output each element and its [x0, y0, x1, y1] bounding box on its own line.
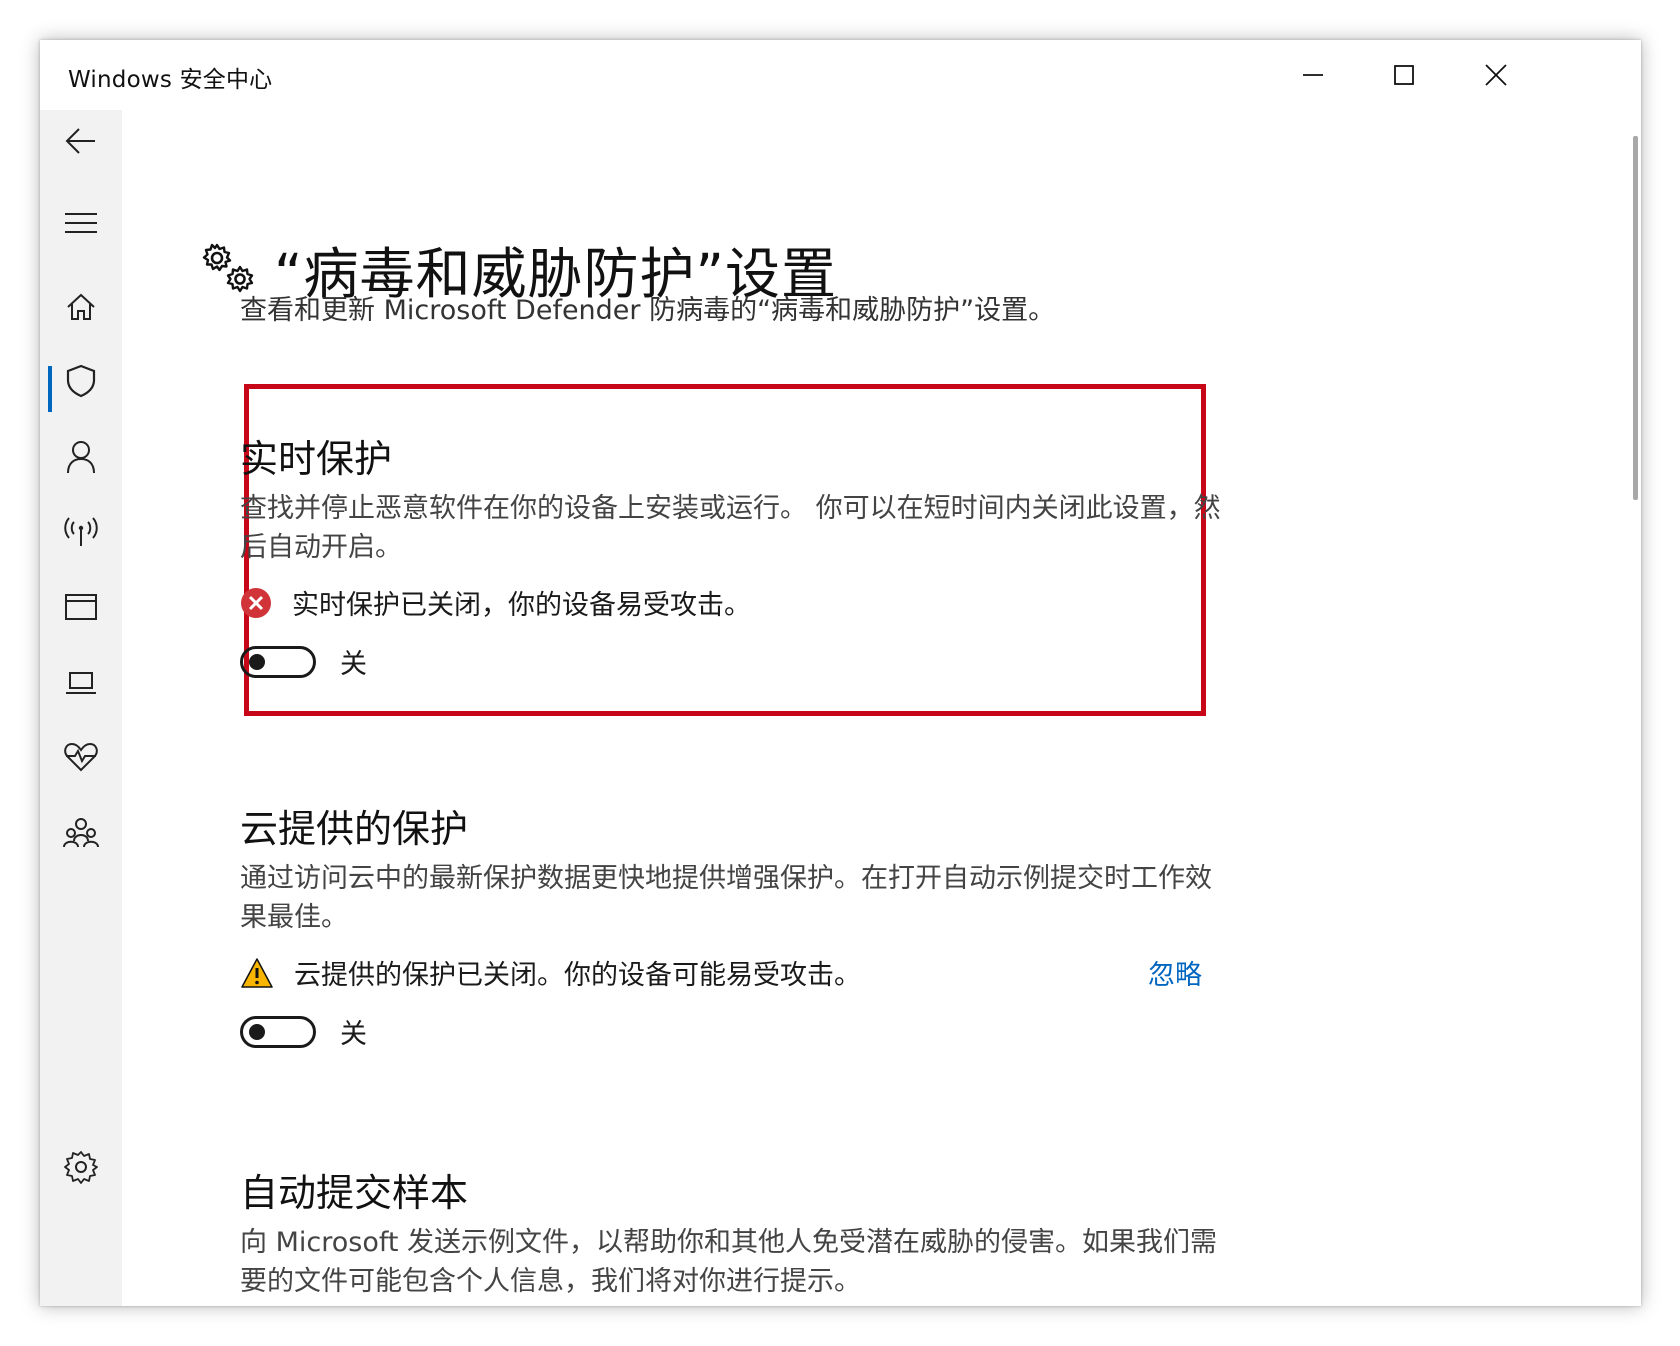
person-icon	[67, 441, 95, 474]
gear-icon	[64, 1151, 98, 1184]
sample-description: 向 Microsoft 发送示例文件，以帮助你和其他人免受潜在威胁的侵害。如果我…	[240, 1227, 1218, 1297]
realtime-status-text: 实时保护已关闭，你的设备易受攻击。	[292, 590, 751, 621]
section-cloud-protection: 云提供的保护 通过访问云中的最新保护数据更快地提供增强保护。在打开自动示例提交时…	[240, 798, 1230, 1051]
main-content: “病毒和威胁防护”设置 查看和更新 Microsoft Defender 防病毒…	[122, 110, 1629, 1306]
selection-indicator	[48, 366, 52, 412]
family-icon	[63, 818, 99, 848]
app-window: Windows 安全中心 “病毒和威胁防护”设置 查看和更新 Microsoft…	[40, 40, 1641, 1306]
home-icon	[67, 293, 95, 320]
minimize-button[interactable]	[1267, 40, 1359, 110]
sidebar-item-device-health[interactable]	[40, 726, 122, 788]
warning-triangle-icon	[241, 957, 273, 988]
realtime-toggle[interactable]	[240, 645, 316, 678]
toggle-knob	[249, 653, 265, 670]
heart-icon	[64, 742, 98, 772]
back-button[interactable]	[40, 110, 122, 172]
realtime-description: 查找并停止恶意软件在你的设备上安装或运行。 你可以在短时间内关闭此设置，然后自动…	[240, 493, 1221, 563]
sidebar-item-family[interactable]	[40, 802, 122, 864]
sidebar-item-firewall[interactable]	[40, 500, 122, 562]
cloud-title: 云提供的保护	[240, 807, 469, 851]
realtime-toggle-row: 关	[240, 642, 1230, 681]
close-button[interactable]	[1450, 40, 1542, 110]
maximize-icon	[1394, 65, 1414, 85]
realtime-title: 实时保护	[240, 437, 393, 481]
sidebar-item-device-security[interactable]	[40, 652, 122, 714]
realtime-status-row: 实时保护已关闭，你的设备易受攻击。	[240, 583, 1230, 622]
sidebar-item-home[interactable]	[40, 276, 122, 338]
title-bar[interactable]: Windows 安全中心	[40, 40, 1641, 110]
antenna-icon	[64, 517, 98, 546]
section-realtime-protection: 实时保护 查找并停止恶意软件在你的设备上安装或运行。 你可以在短时间内关闭此设置…	[240, 428, 1230, 681]
dismiss-link[interactable]: 忽略	[1148, 953, 1202, 992]
cloud-toggle[interactable]	[240, 1015, 316, 1048]
toggle-knob	[249, 1023, 265, 1040]
cloud-description: 通过访问云中的最新保护数据更快地提供增强保护。在打开自动示例提交时工作效果最佳。	[240, 863, 1212, 933]
hamburger-icon	[65, 213, 97, 233]
cloud-status-row: 云提供的保护已关闭。你的设备可能易受攻击。 忽略	[240, 953, 1230, 992]
sidebar-item-app-browser[interactable]	[40, 576, 122, 638]
sample-title: 自动提交样本	[240, 1171, 469, 1215]
app-title: Windows 安全中心	[68, 67, 273, 93]
menu-button[interactable]	[40, 192, 122, 254]
sidebar-item-account[interactable]	[40, 426, 122, 488]
cloud-toggle-label: 关	[340, 1019, 367, 1050]
cloud-toggle-row: 关	[240, 1012, 1230, 1051]
scrollbar[interactable]	[1633, 136, 1638, 500]
browser-window-icon	[65, 594, 97, 620]
shield-icon	[66, 364, 96, 398]
sidebar-item-virus-protection[interactable]	[40, 350, 122, 412]
cloud-status-text: 云提供的保护已关闭。你的设备可能易受攻击。	[294, 960, 861, 991]
sidebar-nav	[40, 110, 122, 1306]
laptop-icon	[66, 672, 96, 694]
page-subtitle: 查看和更新 Microsoft Defender 防病毒的“病毒和威胁防护”设置…	[240, 295, 1056, 326]
close-icon	[1485, 64, 1507, 86]
back-arrow-icon	[65, 128, 95, 154]
section-sample-submission: 自动提交样本 向 Microsoft 发送示例文件，以帮助你和其他人免受潜在威胁…	[240, 1162, 1230, 1301]
sidebar-item-settings[interactable]	[40, 1136, 122, 1198]
realtime-toggle-label: 关	[340, 649, 367, 680]
error-x-icon	[241, 587, 271, 618]
maximize-button[interactable]	[1358, 40, 1450, 110]
minimize-icon	[1303, 74, 1323, 76]
